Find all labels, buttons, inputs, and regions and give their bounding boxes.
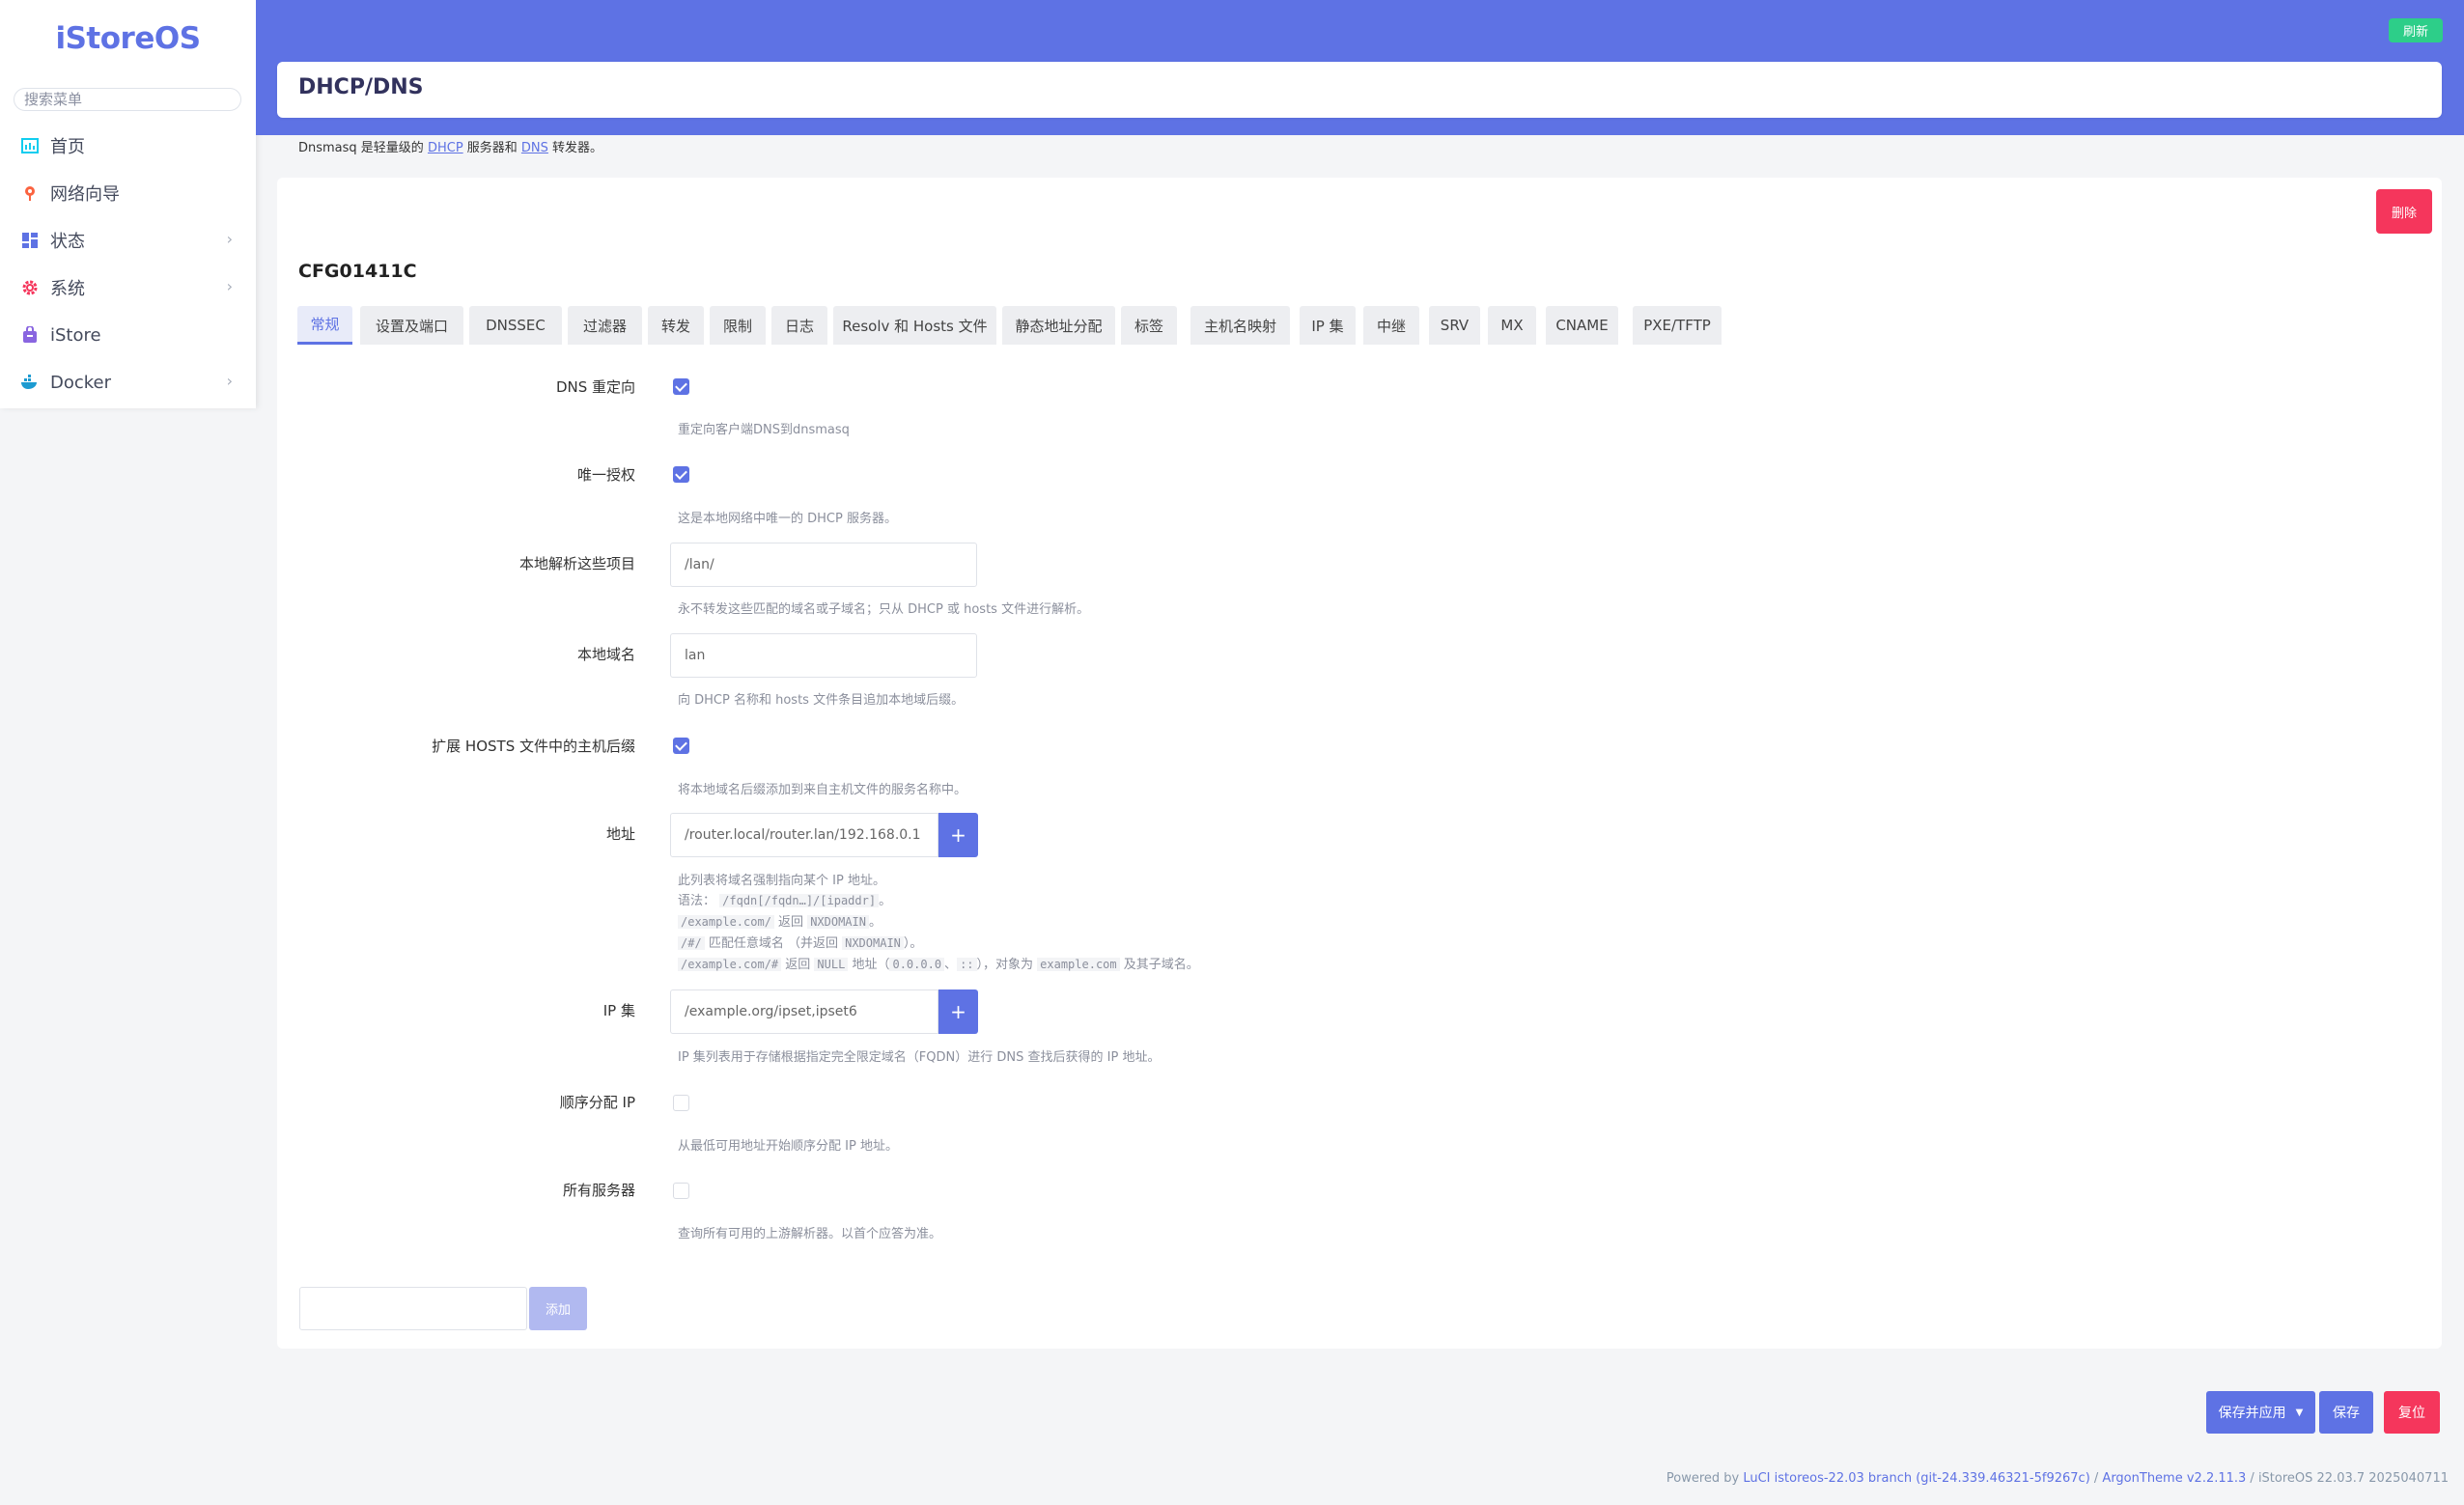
- tab-tags[interactable]: 标签: [1121, 306, 1177, 345]
- add-section-button[interactable]: 添加: [529, 1287, 587, 1330]
- allservers-help: 查询所有可用的上游解析器。以首个应答为准。: [678, 1227, 942, 1241]
- expandhosts-label: 扩展 HOSTS 文件中的主机后缀: [432, 738, 635, 755]
- allservers-checkbox[interactable]: [673, 1183, 689, 1199]
- sidebar-item-label: 系统: [50, 279, 85, 299]
- sidebar-item-istore[interactable]: iStore: [0, 313, 256, 357]
- caret-down-icon[interactable]: ▼: [2296, 1407, 2304, 1418]
- wizard-icon: [19, 182, 41, 204]
- tab-pxe-tftp[interactable]: PXE/TFTP: [1633, 306, 1722, 345]
- save-apply-button[interactable]: 保存并应用 ▼: [2206, 1391, 2315, 1434]
- sequential-ip-help: 从最低可用地址开始顺序分配 IP 地址。: [678, 1139, 898, 1154]
- search-input[interactable]: 搜索菜单: [14, 88, 241, 111]
- page-title: DHCP/DNS: [298, 75, 424, 99]
- chevron-right-icon: ›: [226, 277, 233, 295]
- sequential-ip-label: 顺序分配 IP: [559, 1094, 635, 1111]
- tab-ipsets[interactable]: IP 集: [1300, 306, 1356, 345]
- chevron-right-icon: ›: [226, 372, 233, 390]
- sequential-ip-checkbox[interactable]: [673, 1095, 689, 1111]
- expandhosts-checkbox[interactable]: [673, 738, 689, 754]
- dns-redirect-checkbox[interactable]: [673, 378, 689, 395]
- system-gear-icon: [19, 277, 41, 298]
- address-help-1: 此列表将域名强制指向某个 IP 地址。: [678, 874, 885, 888]
- authoritative-label: 唯一授权: [576, 466, 635, 484]
- authoritative-help: 这是本地网络中唯一的 DHCP 服务器。: [678, 512, 897, 526]
- sidebar-item-docker[interactable]: Docker ›: [0, 360, 256, 404]
- chevron-right-icon: ›: [226, 230, 233, 248]
- theme-link[interactable]: ArgonTheme v2.2.11.3: [2102, 1471, 2246, 1486]
- local-label: 本地解析这些项目: [518, 555, 635, 572]
- page-title-card: DHCP/DNS: [277, 62, 2442, 118]
- address-help-3: /example.com/ 返回 NXDOMAIN。: [678, 911, 882, 930]
- footer: Powered by LuCI istoreos-22.03 branch (g…: [1666, 1471, 2449, 1486]
- tab-cname[interactable]: CNAME: [1546, 306, 1618, 345]
- tab-devices-ports[interactable]: 设置及端口: [360, 306, 463, 345]
- page-description: Dnsmasq 是轻量级的 DHCP 服务器和 DNS 转发器。: [298, 141, 603, 155]
- dns-link[interactable]: DNS: [521, 141, 548, 155]
- sidebar-item-label: Docker: [50, 372, 112, 393]
- ipset-help: IP 集列表用于存储根据指定完全限定域名（FQDN）进行 DNS 查找后获得的 …: [678, 1050, 1161, 1065]
- dns-redirect-label: DNS 重定向: [555, 378, 635, 396]
- sidebar-item-label: iStore: [50, 324, 101, 346]
- status-icon: [19, 230, 41, 251]
- save-button[interactable]: 保存: [2319, 1391, 2373, 1434]
- sidebar-item-network-wizard[interactable]: 网络向导: [0, 171, 256, 215]
- sidebar-item-home[interactable]: 首页: [0, 124, 256, 168]
- domain-help: 向 DHCP 名称和 hosts 文件条目追加本地域后缀。: [678, 693, 965, 708]
- store-icon: [19, 324, 41, 346]
- ipset-input[interactable]: /example.org/ipset,ipset6: [670, 989, 938, 1034]
- config-section-card: [277, 178, 2442, 1349]
- tab-logging[interactable]: 日志: [771, 306, 827, 345]
- ipset-add-button[interactable]: +: [938, 989, 978, 1034]
- sidebar-item-system[interactable]: 系统 ›: [0, 265, 256, 310]
- brand-logo[interactable]: iStoreOS: [0, 21, 256, 56]
- sidebar-item-label: 首页: [50, 137, 85, 157]
- domain-label: 本地域名: [576, 646, 635, 663]
- expandhosts-help: 将本地域名后缀添加到来自主机文件的服务名称中。: [678, 783, 967, 797]
- allservers-label: 所有服务器: [562, 1182, 635, 1199]
- sidebar-item-label: 网络向导: [50, 184, 120, 205]
- docker-icon: [19, 372, 41, 393]
- tab-static-leases[interactable]: 静态地址分配: [1002, 306, 1115, 345]
- address-add-button[interactable]: +: [938, 813, 978, 857]
- tab-mx[interactable]: MX: [1488, 306, 1536, 345]
- dns-redirect-help: 重定向客户端DNS到dnsmasq: [678, 423, 850, 437]
- tab-general[interactable]: 常规: [297, 306, 352, 345]
- ipset-label: IP 集: [602, 1002, 635, 1019]
- tab-filter[interactable]: 过滤器: [568, 306, 642, 345]
- address-input[interactable]: /router.local/router.lan/192.168.0.1: [670, 813, 938, 857]
- tab-srv[interactable]: SRV: [1429, 306, 1480, 345]
- sidebar: iStoreOS 搜索菜单 首页 网络向导 状态 › 系统 › iStore D…: [0, 0, 256, 408]
- section-title: CFG01411C: [298, 261, 417, 282]
- tab-limits[interactable]: 限制: [710, 306, 766, 345]
- domain-input[interactable]: lan: [670, 633, 977, 678]
- tab-dnssec[interactable]: DNSSEC: [469, 306, 562, 345]
- authoritative-checkbox[interactable]: [673, 466, 689, 483]
- sidebar-item-status[interactable]: 状态 ›: [0, 218, 256, 263]
- sidebar-item-label: 状态: [50, 232, 85, 252]
- dhcp-link[interactable]: DHCP: [428, 141, 463, 155]
- luci-link[interactable]: LuCI istoreos-22.03 branch (git-24.339.4…: [1743, 1471, 2089, 1486]
- tab-relay[interactable]: 中继: [1363, 306, 1419, 345]
- address-help-4: /#/ 匹配任意域名 （并返回 NXDOMAIN）。: [678, 933, 922, 951]
- address-help-5: /example.com/# 返回 NULL 地址（ 0.0.0.0、:: ），对象…: [678, 954, 1199, 972]
- address-label: 地址: [605, 825, 635, 843]
- home-icon: [19, 135, 41, 156]
- local-input[interactable]: /lan/: [670, 543, 977, 587]
- tab-hostnames[interactable]: 主机名映射: [1190, 306, 1290, 345]
- refresh-button[interactable]: 刷新: [2389, 18, 2443, 42]
- new-section-name-input[interactable]: [299, 1287, 527, 1330]
- reset-button[interactable]: 复位: [2384, 1391, 2440, 1434]
- tab-resolv-hosts[interactable]: Resolv 和 Hosts 文件: [833, 306, 996, 345]
- delete-section-button[interactable]: 删除: [2376, 189, 2432, 234]
- tab-forward[interactable]: 转发: [648, 306, 704, 345]
- local-help: 永不转发这些匹配的域名或子域名；只从 DHCP 或 hosts 文件进行解析。: [678, 602, 1090, 617]
- address-help-2: 语法： /fqdn[/fqdn…]/[ipaddr]。: [678, 894, 892, 908]
